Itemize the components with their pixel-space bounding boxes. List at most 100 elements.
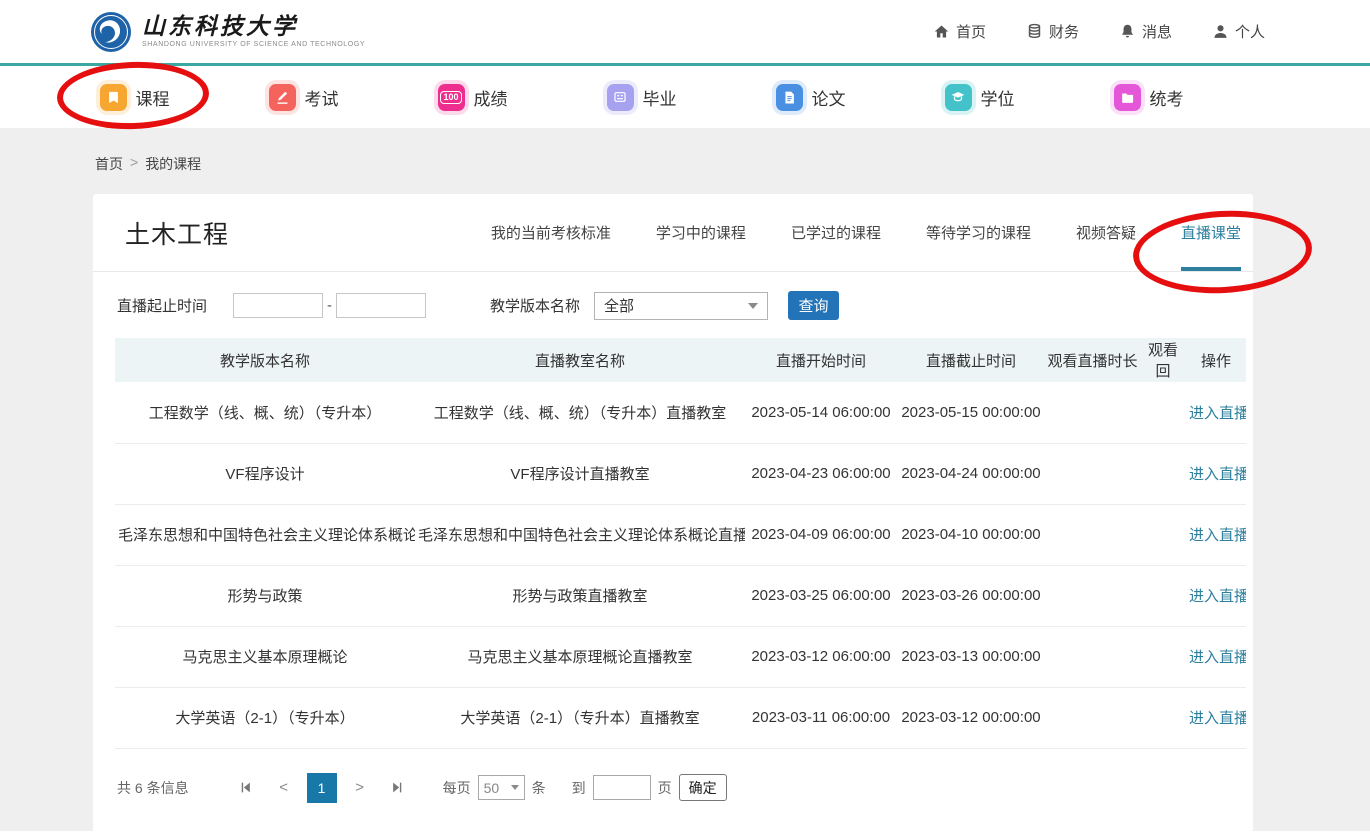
- nav-item-label: 课程: [136, 85, 170, 110]
- col-room-header: 直播教室名称: [415, 338, 745, 382]
- col-duration-header: 观看直播时长: [1045, 338, 1140, 382]
- nav-item-thesis[interactable]: 论文: [726, 66, 895, 128]
- cell-action: 进入直播: [1186, 443, 1246, 504]
- cell-replay: [1140, 565, 1186, 626]
- tab-finished-courses[interactable]: 已学过的课程: [791, 194, 881, 271]
- tab-waiting-courses[interactable]: 等待学习的课程: [926, 194, 1031, 271]
- goto-page-group: 到 页 确定: [572, 774, 727, 801]
- enter-live-link[interactable]: 进入直播: [1189, 466, 1246, 483]
- cell-replay: [1140, 504, 1186, 565]
- nav-item-unified-exam[interactable]: 统考: [1064, 66, 1233, 128]
- cell-room: 形势与政策直播教室: [415, 565, 745, 626]
- col-start-header: 直播开始时间: [745, 338, 897, 382]
- current-page-button[interactable]: 1: [307, 773, 337, 803]
- last-page-icon[interactable]: [379, 781, 417, 794]
- cell-start: 2023-03-25 06:00:00: [745, 565, 897, 626]
- top-nav-label: 个人: [1235, 21, 1265, 42]
- cell-duration: [1045, 626, 1140, 687]
- enter-live-link[interactable]: 进入直播: [1189, 405, 1246, 422]
- version-name-label: 教学版本名称: [490, 295, 580, 316]
- tab-video-qa[interactable]: 视频答疑: [1076, 194, 1136, 271]
- cell-end: 2023-04-24 00:00:00: [897, 443, 1045, 504]
- goto-page-input[interactable]: [593, 775, 651, 800]
- query-button[interactable]: 查询: [788, 291, 839, 320]
- prev-page-button[interactable]: <: [265, 779, 303, 796]
- thesis-document-icon: [776, 84, 803, 111]
- nav-item-label: 成绩: [474, 85, 508, 110]
- per-page-select[interactable]: 50: [478, 775, 525, 800]
- cell-end: 2023-04-10 00:00:00: [897, 504, 1045, 565]
- top-nav-label: 消息: [1142, 21, 1172, 42]
- active-nav-indicator: [106, 123, 150, 128]
- top-nav-home[interactable]: 首页: [933, 21, 986, 42]
- confirm-button[interactable]: 确定: [679, 774, 727, 801]
- table-row: 马克思主义基本原理概论马克思主义基本原理概论直播教室2023-03-12 06:…: [115, 626, 1246, 687]
- degree-cap-icon: [945, 84, 972, 111]
- cell-replay: [1140, 687, 1186, 748]
- goto-suffix-label: 页: [658, 778, 672, 798]
- cell-action: 进入直播: [1186, 626, 1246, 687]
- cell-action: 进入直播: [1186, 504, 1246, 565]
- version-select[interactable]: 全部: [594, 292, 768, 320]
- first-page-icon[interactable]: [227, 781, 265, 794]
- nav-item-degree[interactable]: 学位: [895, 66, 1064, 128]
- enter-live-link[interactable]: 进入直播: [1189, 527, 1246, 544]
- top-header: 山东科技大学 SHANDONG UNIVERSITY OF SCIENCE AN…: [0, 0, 1370, 66]
- score-glyph: 100: [440, 91, 461, 104]
- unified-exam-folder-icon: [1114, 84, 1141, 111]
- cell-duration: [1045, 443, 1140, 504]
- next-page-button[interactable]: >: [341, 779, 379, 796]
- cell-duration: [1045, 382, 1140, 443]
- pagination: 共 6 条信息 < 1 > 每页 50 条 到 页 确: [93, 749, 1253, 803]
- top-nav-profile[interactable]: 个人: [1212, 21, 1265, 42]
- cell-room: VF程序设计直播教室: [415, 443, 745, 504]
- live-table-body: 工程数学（线、概、统）（专升本）工程数学（线、概、统）（专升本）直播教室2023…: [115, 382, 1246, 748]
- top-nav-finance[interactable]: 财务: [1026, 21, 1079, 42]
- cell-end: 2023-03-13 00:00:00: [897, 626, 1045, 687]
- nav-item-exams[interactable]: 考试: [219, 66, 388, 128]
- breadcrumb: 首页 > 我的课程: [0, 128, 1370, 194]
- cell-duration: [1045, 504, 1140, 565]
- breadcrumb-home[interactable]: 首页: [95, 154, 123, 174]
- cell-version: 工程数学（线、概、统）（专升本）: [115, 382, 415, 443]
- tab-assessment-standard[interactable]: 我的当前考核标准: [491, 194, 611, 271]
- top-nav-messages[interactable]: 消息: [1119, 21, 1172, 42]
- tab-live-classroom[interactable]: 直播课堂: [1181, 194, 1241, 271]
- live-time-range-label: 直播起止时间: [117, 295, 207, 316]
- tab-learning-courses[interactable]: 学习中的课程: [656, 194, 746, 271]
- enter-live-link[interactable]: 进入直播: [1189, 649, 1246, 666]
- cell-version: VF程序设计: [115, 443, 415, 504]
- table-row: VF程序设计VF程序设计直播教室2023-04-23 06:00:002023-…: [115, 443, 1246, 504]
- table-row: 工程数学（线、概、统）（专升本）工程数学（线、概、统）（专升本）直播教室2023…: [115, 382, 1246, 443]
- cell-version: 形势与政策: [115, 565, 415, 626]
- nav-item-graduation[interactable]: 毕业: [557, 66, 726, 128]
- enter-live-link[interactable]: 进入直播: [1189, 710, 1246, 727]
- university-logo: 山东科技大学 SHANDONG UNIVERSITY OF SCIENCE AN…: [90, 11, 365, 53]
- cell-version: 毛泽东思想和中国特色社会主义理论体系概论: [115, 504, 415, 565]
- table-row: 毛泽东思想和中国特色社会主义理论体系概论毛泽东思想和中国特色社会主义理论体系概论…: [115, 504, 1246, 565]
- live-time-from-input[interactable]: [233, 293, 323, 318]
- nav-item-grades[interactable]: 100 成绩: [388, 66, 557, 128]
- live-table-wrap: 教学版本名称 直播教室名称 直播开始时间 直播截止时间 观看直播时长 观看回 操…: [115, 338, 1231, 749]
- main-nav: 课程 考试 100 成绩 毕业 论文 学位 统考: [0, 66, 1370, 128]
- page-title: 土木工程: [125, 215, 229, 251]
- university-name-en: SHANDONG UNIVERSITY OF SCIENCE AND TECHN…: [142, 41, 365, 48]
- person-icon: [1212, 23, 1229, 40]
- table-row: 大学英语（2-1）（专升本）大学英语（2-1）（专升本）直播教室2023-03-…: [115, 687, 1246, 748]
- cell-room: 毛泽东思想和中国特色社会主义理论体系概论直播教室: [415, 504, 745, 565]
- cell-duration: [1045, 687, 1140, 748]
- live-time-to-input[interactable]: [336, 293, 426, 318]
- cell-room: 工程数学（线、概、统）（专升本）直播教室: [415, 382, 745, 443]
- course-book-icon: [100, 84, 127, 111]
- cell-start: 2023-04-09 06:00:00: [745, 504, 897, 565]
- breadcrumb-separator: >: [130, 154, 138, 174]
- coins-icon: [1026, 23, 1043, 40]
- cell-end: 2023-03-12 00:00:00: [897, 687, 1045, 748]
- university-name-zh: 山东科技大学: [142, 15, 365, 38]
- table-row: 形势与政策形势与政策直播教室2023-03-25 06:00:002023-03…: [115, 565, 1246, 626]
- enter-live-link[interactable]: 进入直播: [1189, 588, 1246, 605]
- cell-start: 2023-05-14 06:00:00: [745, 382, 897, 443]
- table-header-row: 教学版本名称 直播教室名称 直播开始时间 直播截止时间 观看直播时长 观看回 操…: [115, 338, 1246, 382]
- nav-item-courses[interactable]: 课程: [50, 66, 219, 128]
- cell-room: 马克思主义基本原理概论直播教室: [415, 626, 745, 687]
